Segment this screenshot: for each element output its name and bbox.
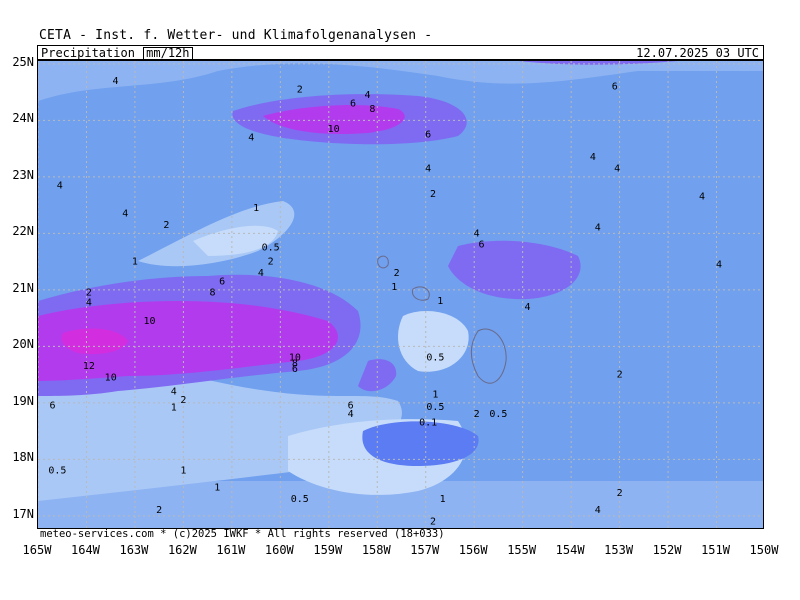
longitude-label: 164W xyxy=(71,543,100,557)
contour-label: 4 xyxy=(716,259,722,270)
contour-label: 4 xyxy=(474,228,480,239)
contour-label: 4 xyxy=(248,132,254,143)
contour-label: 1 xyxy=(253,203,259,214)
contour-label: 8 xyxy=(369,104,375,115)
contour-label: 6 xyxy=(425,129,431,140)
latitude-label: 18N xyxy=(12,450,34,465)
longitude-label: 157W xyxy=(410,543,440,557)
contour-label: 2 xyxy=(617,488,623,499)
contour-label: 4 xyxy=(86,297,92,308)
contour-label: 0.5 xyxy=(291,494,309,505)
latitude-label: 24N xyxy=(12,111,34,126)
contour-label: 1 xyxy=(437,296,443,307)
contour-label: 6 xyxy=(350,98,356,109)
latitude-label: 20N xyxy=(12,337,34,352)
contour-label: 10 xyxy=(105,372,117,383)
valid-datetime: 12.07.2025 03 UTC xyxy=(636,46,759,60)
precip-fill-layer xyxy=(38,61,763,538)
contour-label: 4 xyxy=(171,387,177,398)
contour-label: 2 xyxy=(617,370,623,381)
contour-label: 4 xyxy=(699,192,705,203)
contour-label: 4 xyxy=(595,223,601,234)
contour-label: 10 xyxy=(143,316,155,327)
contour-label: 2 xyxy=(268,257,274,268)
map-title: CETA - Inst. f. Wetter- und Klimafolgena… xyxy=(39,28,433,43)
longitude-label: 158W xyxy=(361,543,391,557)
contour-label: 4 xyxy=(365,90,371,101)
contour-label: 0.5 xyxy=(489,409,507,420)
latitude-label: 22N xyxy=(12,224,34,239)
contour-label: 4 xyxy=(348,409,354,420)
copyright-footer: meteo-services.com * (c)2025 IWKF * All … xyxy=(37,528,764,540)
longitude-label: 151W xyxy=(701,543,730,557)
contour-label: 2 xyxy=(474,409,480,420)
contour-label: 6 xyxy=(292,364,298,375)
unit-label: mm/12h xyxy=(143,47,193,60)
contour-label: 12 xyxy=(83,361,95,372)
contour-label: 4 xyxy=(57,180,63,191)
contour-label: 4 xyxy=(590,152,596,163)
contour-label: 4 xyxy=(258,268,264,279)
longitude-label: 165W xyxy=(22,543,52,557)
precipitation-map: 4 2 4 6 8 10 6 4 4 2 4 4 2 1 0.5 2 4 1 6 8 2 4 10 12 10 10 8 6 6 4 2 1 2… xyxy=(37,60,764,539)
contour-label: 0.1 xyxy=(419,418,437,429)
longitude-label: 154W xyxy=(555,543,585,557)
contour-label: 6 xyxy=(612,81,618,92)
longitude-label: 163W xyxy=(119,543,149,557)
longitude-label: 159W xyxy=(313,543,343,557)
contour-label: 4 xyxy=(425,163,431,174)
contour-label: 4 xyxy=(113,76,119,87)
latitude-label: 23N xyxy=(12,167,34,182)
contour-label: 2 xyxy=(163,220,169,231)
contour-label: 4 xyxy=(614,163,620,174)
contour-label: 6 xyxy=(50,401,56,412)
contour-label: 4 xyxy=(524,302,530,313)
contour-label: 4 xyxy=(595,505,601,516)
contour-label: 0.5 xyxy=(426,353,444,364)
latitude-label: 25N xyxy=(12,54,34,69)
contour-label: 2 xyxy=(297,84,303,95)
map-header: Precipitation_ mm/12h 12.07.2025 03 UTC xyxy=(37,45,764,60)
contour-label: 0.5 xyxy=(48,466,66,477)
latitude-label: 17N xyxy=(12,506,34,521)
latitude-label: 19N xyxy=(12,393,34,408)
contour-label: 1 xyxy=(132,257,138,268)
longitude-label: 152W xyxy=(652,543,682,557)
contour-label: 1 xyxy=(440,494,446,505)
contour-label: 6 xyxy=(219,276,225,287)
longitude-label: 155W xyxy=(507,543,537,557)
longitude-label: 153W xyxy=(604,543,634,557)
contour-label: 1 xyxy=(171,402,177,413)
contour-label: 2 xyxy=(180,395,186,406)
variable-label: Precipitation_ mm/12h xyxy=(41,46,193,60)
copyright-text: meteo-services.com * (c)2025 IWKF * All … xyxy=(40,528,445,540)
longitude-label: 162W xyxy=(167,543,197,557)
contour-label: 10 xyxy=(328,124,340,135)
contour-label: 6 xyxy=(478,240,484,251)
latitude-label: 21N xyxy=(12,280,34,295)
contour-label: 1 xyxy=(214,483,220,494)
longitude-label: 161W xyxy=(216,543,246,557)
contour-label: 8 xyxy=(209,288,215,299)
contour-label: 1 xyxy=(180,466,186,477)
variable-name: Precipitation xyxy=(41,46,135,60)
longitude-label: 150W xyxy=(749,543,779,557)
contour-label: 2 xyxy=(430,516,436,527)
longitude-label: 160W xyxy=(264,543,294,557)
contour-label: 0.5 xyxy=(426,402,444,413)
contour-label: 0.5 xyxy=(262,242,280,253)
contour-label: 1 xyxy=(391,282,397,293)
contour-label: 4 xyxy=(122,209,128,220)
longitude-label: 156W xyxy=(458,543,488,557)
contour-label: 1 xyxy=(432,389,438,400)
contour-label: 2 xyxy=(394,268,400,279)
map-canvas: 4246810644244210.52416824101210108664212… xyxy=(38,61,763,538)
contour-label: 2 xyxy=(430,189,436,200)
contour-label: 2 xyxy=(156,505,162,516)
